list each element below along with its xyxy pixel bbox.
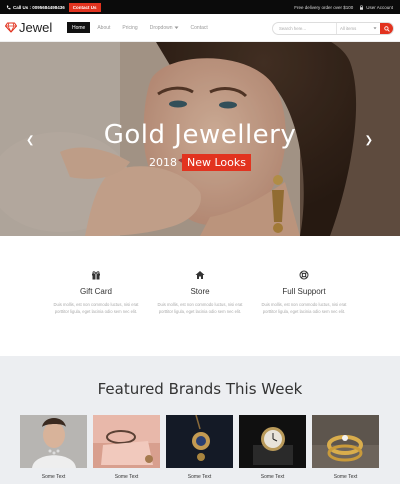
hero-title: Gold Jewellery: [103, 120, 297, 150]
brand-image: [93, 415, 160, 468]
feature-store: Store Duis mollis, est non commodo luctu…: [140, 270, 260, 315]
nav-item-dropdown-label: Dropdown: [149, 24, 173, 31]
search-bar: Search here... All items: [272, 22, 394, 35]
search-input[interactable]: Search here...: [273, 26, 336, 31]
brand-card[interactable]: Some Text: [166, 415, 233, 480]
user-account-label: User Account: [366, 4, 393, 10]
hero-slider: ❮ ❯ Gold Jewellery 2018 New Looks: [0, 42, 400, 236]
delivery-text: Free delivery order over $100: [294, 4, 354, 10]
hero-subtitle: 2018 New Looks: [0, 154, 400, 171]
phone-info: Call Us : 0095684498436: [6, 5, 65, 10]
brand-caption: Some Text: [114, 474, 139, 480]
header: Jewel Home About Pricing Dropdown Contac…: [0, 14, 400, 42]
brand-image: [312, 415, 379, 468]
nav-item-home[interactable]: Home: [67, 22, 91, 33]
caret-down-icon: [373, 27, 377, 30]
brand-caption: Some Text: [41, 474, 66, 480]
feature-desc-line: Duis mollis, est non commodo luctus, nis…: [53, 302, 139, 307]
phone-text: Call Us : 0095684498436: [13, 4, 65, 10]
nav-item-contact[interactable]: Contact: [186, 22, 213, 33]
contact-us-button[interactable]: Contact Us: [68, 2, 101, 12]
brand-card[interactable]: Some Text: [20, 415, 87, 480]
user-account-link[interactable]: User Account: [359, 5, 393, 10]
logo[interactable]: Jewel: [5, 20, 52, 35]
feature-gift-card: Gift Card Duis mollis, est non commodo l…: [36, 270, 156, 315]
top-bar: Call Us : 0095684498436 Contact Us Free …: [0, 0, 400, 14]
hero-tag: New Looks: [182, 154, 251, 171]
feature-full-support: Full Support Duis mollis, est non commod…: [244, 270, 364, 315]
brand-caption: Some Text: [333, 474, 358, 480]
diamond-icon: [5, 22, 17, 33]
brand-caption: Some Text: [260, 474, 285, 480]
brand-image: [166, 415, 233, 468]
category-select[interactable]: All items: [336, 23, 380, 34]
home-icon: [195, 271, 205, 279]
feature-desc: Duis mollis, est non commodo luctus, nis…: [140, 301, 260, 315]
phone-icon: [6, 5, 11, 9]
search-button[interactable]: [380, 23, 393, 34]
main-nav: Home About Pricing Dropdown Contact: [67, 22, 213, 33]
category-select-value: All items: [340, 26, 357, 31]
brand-image: [239, 415, 306, 468]
feature-title: Full Support: [282, 287, 326, 296]
nav-item-about[interactable]: About: [92, 22, 115, 33]
brand-caption: Some Text: [187, 474, 212, 480]
section-title: Featured Brands This Week: [97, 380, 303, 398]
featured-brands-section: Featured Brands This Week Some Text Some…: [0, 356, 400, 484]
feature-desc: Duis mollis, est non commodo luctus, nis…: [36, 301, 156, 315]
feature-desc-line: porttitor ligula, eget lacinia odio sem …: [158, 309, 242, 314]
search-icon: [384, 25, 390, 32]
brand-image: [20, 415, 87, 468]
nav-item-pricing[interactable]: Pricing: [117, 22, 142, 33]
feature-title: Store: [190, 287, 210, 296]
brand-card[interactable]: Some Text: [239, 415, 306, 480]
gift-icon: [92, 271, 100, 280]
lock-icon: [360, 4, 364, 10]
hero-year: 2018: [149, 156, 177, 169]
feature-desc-line: porttitor ligula, eget lacinia odio sem …: [262, 309, 346, 314]
feature-desc: Duis mollis, est non commodo luctus, nis…: [244, 301, 364, 315]
nav-item-dropdown[interactable]: Dropdown: [145, 22, 184, 33]
caret-down-icon: [174, 26, 179, 29]
logo-text: Jewel: [19, 20, 53, 35]
support-icon: [299, 270, 309, 280]
feature-desc-line: Duis mollis, est non commodo luctus, nis…: [261, 302, 347, 307]
brand-card[interactable]: Some Text: [93, 415, 160, 480]
features-section: Gift Card Duis mollis, est non commodo l…: [0, 236, 400, 356]
brand-card[interactable]: Some Text: [312, 415, 379, 480]
feature-desc-line: porttitor ligula, eget lacinia odio sem …: [54, 309, 138, 314]
feature-title: Gift Card: [79, 287, 112, 296]
feature-desc-line: Duis mollis, est non commodo luctus, nis…: [157, 302, 243, 307]
